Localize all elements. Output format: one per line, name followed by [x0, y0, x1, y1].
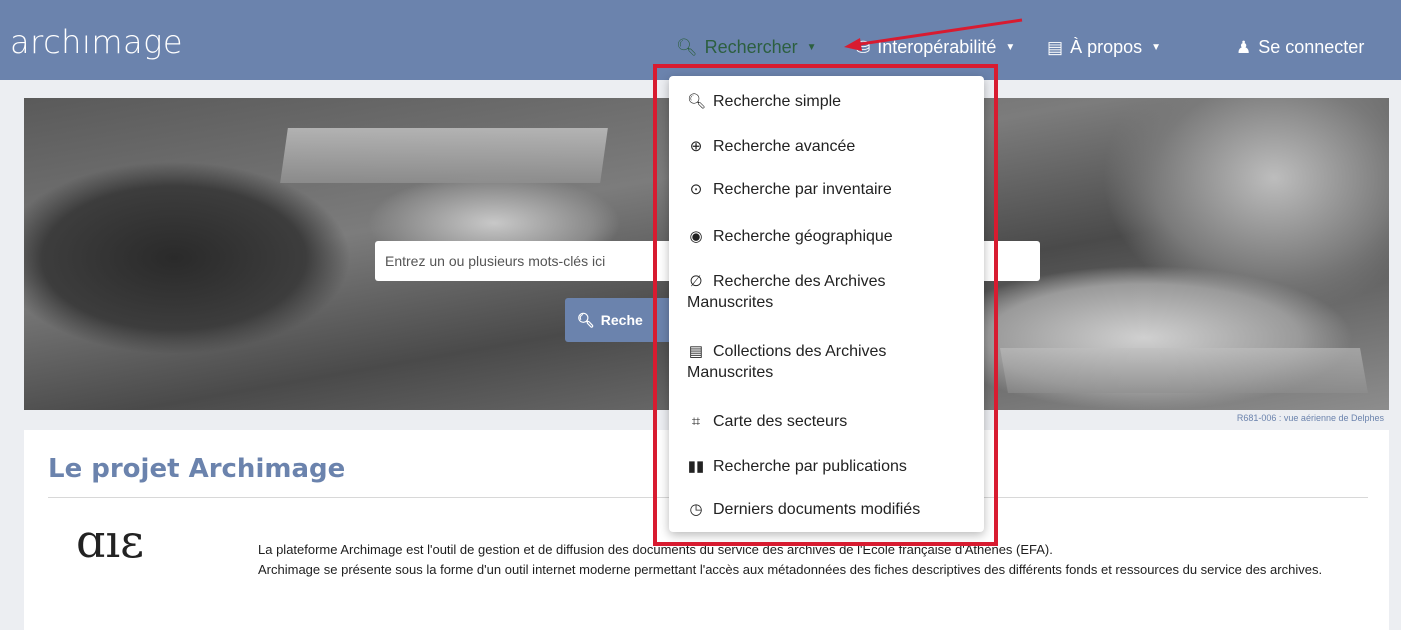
- nav-se-connecter[interactable]: ♟ Se connecter: [1236, 35, 1364, 59]
- highlight-box: [653, 64, 998, 546]
- description-paragraph-2: Archimage se présente sous la forme d'un…: [258, 562, 1323, 577]
- page-title: Le projet Archimage: [48, 454, 346, 484]
- project-description: La plateforme Archimage est l'outil de g…: [258, 540, 1338, 580]
- search-icon: 🔍︎: [577, 311, 595, 328]
- hero-credit: R681-006 : vue aérienne de Delphes: [1236, 413, 1384, 423]
- archimage-logo[interactable]: archımage: [10, 22, 183, 62]
- archimage-symbol-logo: ɑıε: [76, 514, 144, 568]
- nav-a-propos-label: À propos: [1070, 36, 1143, 57]
- annotation-arrow: [844, 18, 1023, 51]
- nav-se-connecter-label: Se connecter: [1258, 36, 1365, 57]
- theater-wall: [280, 128, 608, 183]
- nav-rechercher-label: Rechercher: [704, 36, 798, 57]
- caret-down-icon: ▼: [1151, 41, 1162, 53]
- nav-rechercher[interactable]: 🔍︎ Rechercher ▼: [676, 35, 817, 59]
- user-icon: ♟: [1236, 37, 1252, 57]
- nav-a-propos[interactable]: ▤ À propos ▼: [1047, 35, 1161, 59]
- temple-ruins: [1000, 348, 1368, 393]
- search-icon: 🔍︎: [676, 37, 698, 57]
- caret-down-icon: ▼: [806, 41, 817, 53]
- search-input-value: Entrez un ou plusieurs mots-clés ici: [385, 253, 606, 269]
- archive-icon: ▤: [1047, 37, 1064, 57]
- search-button-label: Reche: [600, 312, 643, 328]
